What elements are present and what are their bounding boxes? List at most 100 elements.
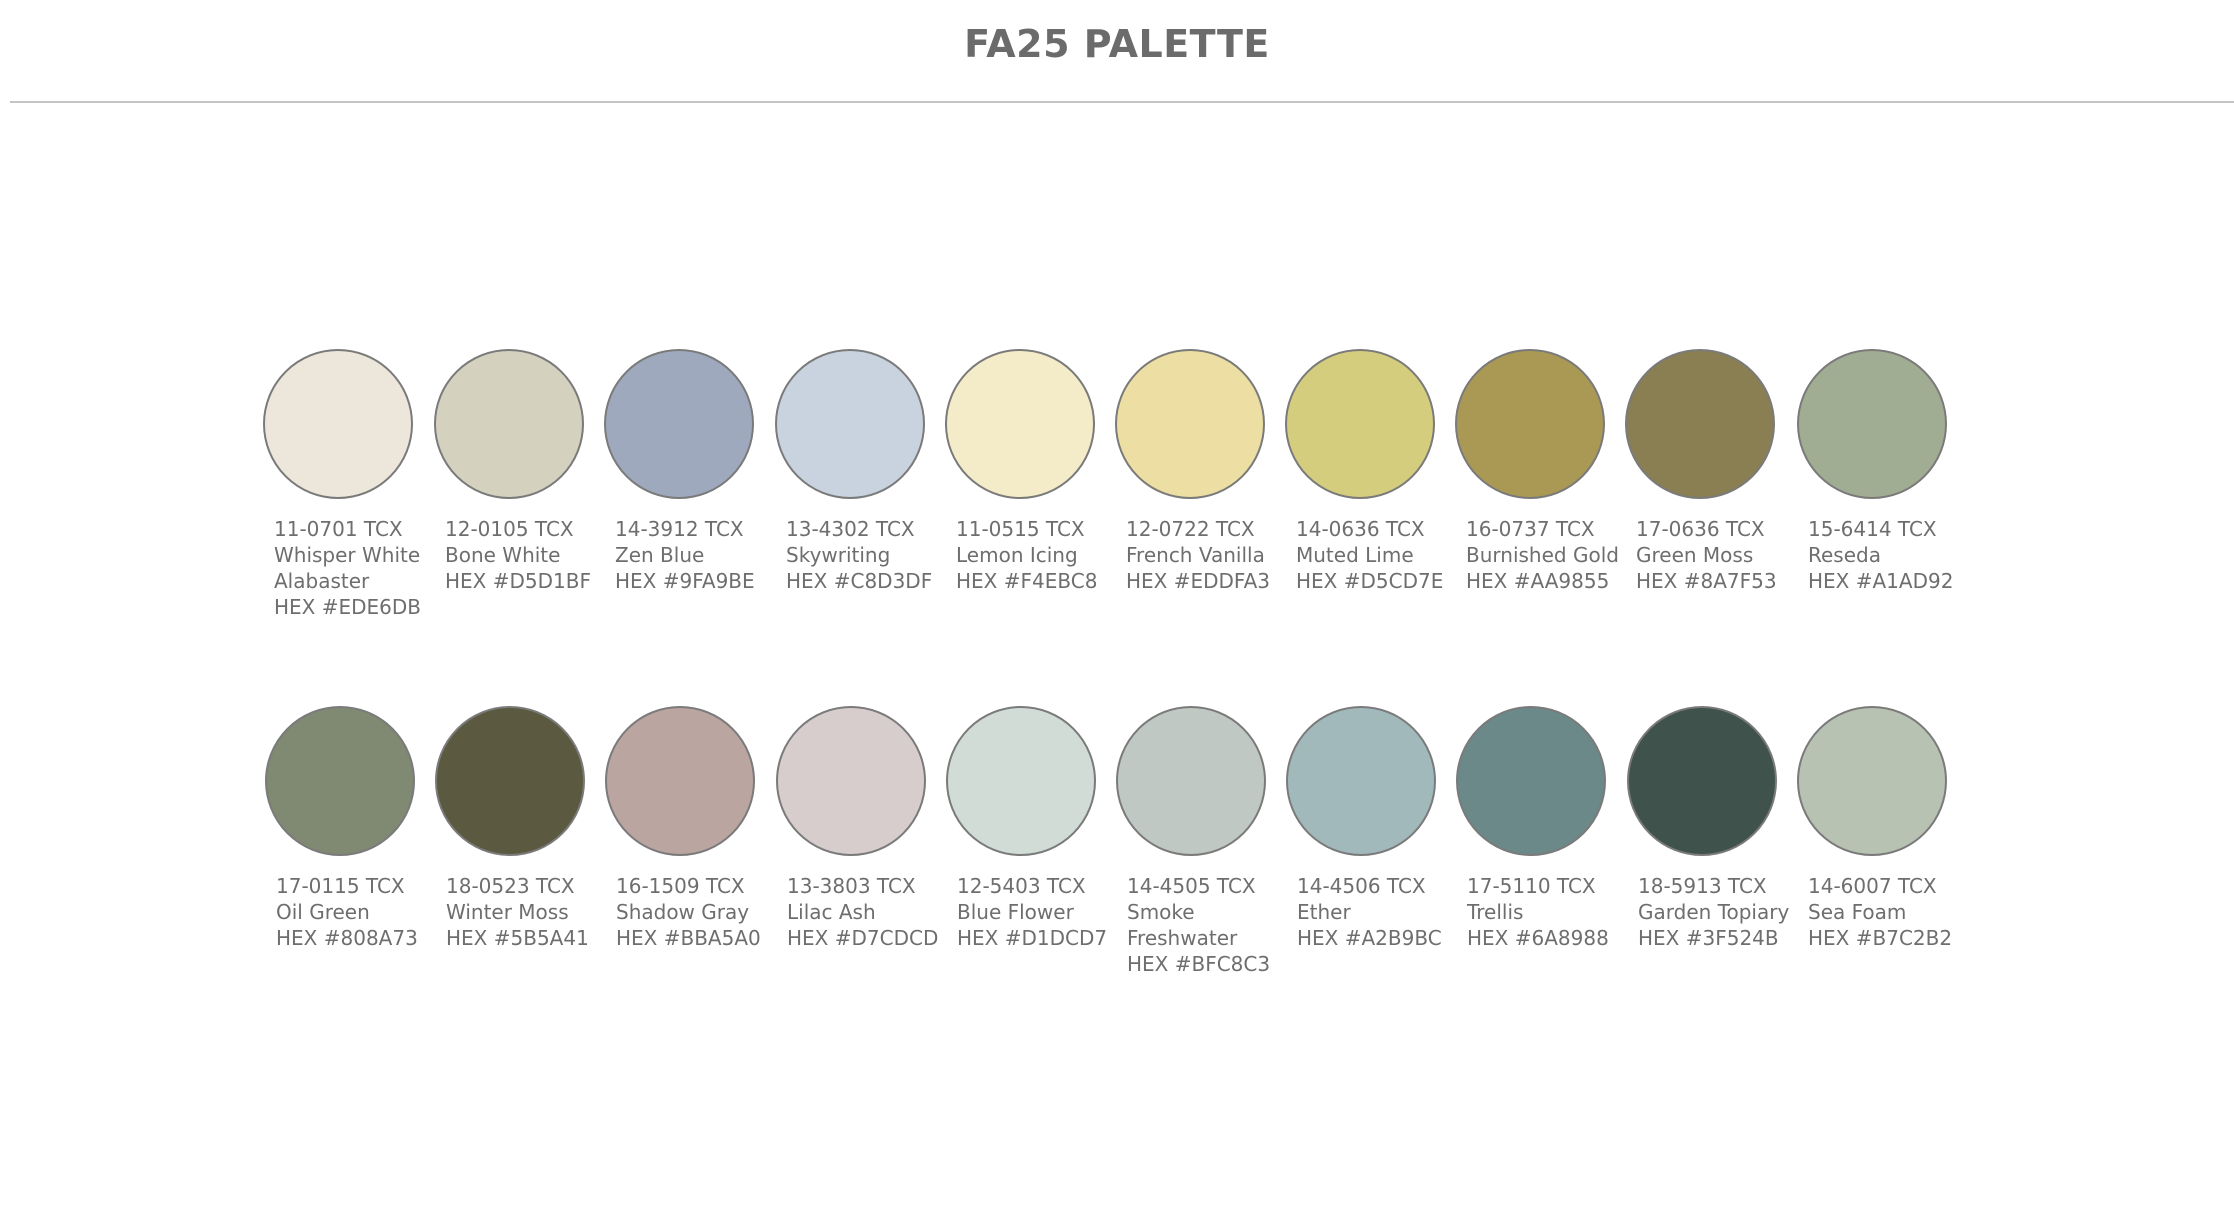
swatch-circle (1797, 349, 1947, 499)
swatch-labels: 15-6414 TCX Reseda HEX #A1AD92 (1808, 516, 1984, 594)
palette-grid: 11-0701 TCX Whisper White Alabaster HEX #ED… (0, 0, 2234, 1228)
swatch-code: 12-0105 TCX (445, 517, 574, 541)
swatch-labels: 14-4506 TCX Ether HEX #A2B9BC (1297, 873, 1473, 951)
swatch-code: 15-6414 TCX (1808, 517, 1937, 541)
swatch-code: 11-0515 TCX (956, 517, 1085, 541)
swatch-hex: HEX #6A8988 (1467, 926, 1609, 950)
swatch-hex: HEX #EDE6DB (274, 595, 422, 619)
swatch-labels: 13-3803 TCX Lilac Ash HEX #D7CDCD (787, 873, 963, 951)
swatch-labels: 14-6007 TCX Sea Foam HEX #B7C2B2 (1808, 873, 1984, 951)
swatch-labels: 14-4505 TCX Smoke Freshwater HEX #BFC8C3 (1127, 873, 1303, 977)
swatch-labels: 12-0722 TCX French Vanilla HEX #EDDFA3 (1126, 516, 1302, 594)
swatch-code: 17-0636 TCX (1636, 517, 1765, 541)
swatch-name: Burnished Gold (1466, 543, 1619, 567)
swatch-hex: HEX #3F524B (1638, 926, 1779, 950)
swatch-name: Bone White (445, 543, 561, 567)
swatch-hex: HEX #808A73 (276, 926, 418, 950)
swatch-circle (1285, 349, 1435, 499)
swatch-hex: HEX #D1DCD7 (957, 926, 1108, 950)
swatch-hex: HEX #A1AD92 (1808, 569, 1954, 593)
swatch-code: 14-0636 TCX (1296, 517, 1425, 541)
swatch-circle (776, 706, 926, 856)
swatch-circle (604, 349, 754, 499)
swatch-circle (1797, 706, 1947, 856)
swatch-labels: 13-4302 TCX Skywriting HEX #C8D3DF (786, 516, 962, 594)
swatch-labels: 18-5913 TCX Garden Topiary HEX #3F524B (1638, 873, 1814, 951)
swatch-name: Lemon Icing (956, 543, 1078, 567)
swatch-hex: HEX #A2B9BC (1297, 926, 1442, 950)
swatch-code: 18-0523 TCX (446, 874, 575, 898)
swatch-circle (435, 706, 585, 856)
swatch-name: Shadow Gray (616, 900, 750, 924)
swatch-circle (1627, 706, 1777, 856)
swatch-hex: HEX #BFC8C3 (1127, 952, 1271, 976)
swatch-circle (1115, 349, 1265, 499)
swatch-hex: HEX #D5CD7E (1296, 569, 1444, 593)
swatch-name: Trellis (1467, 900, 1524, 924)
swatch-code: 13-4302 TCX (786, 517, 915, 541)
swatch-labels: 14-3912 TCX Zen Blue HEX #9FA9BE (615, 516, 791, 594)
swatch-hex: HEX #BBA5A0 (616, 926, 761, 950)
swatch-labels: 18-0523 TCX Winter Moss HEX #5B5A41 (446, 873, 622, 951)
swatch-name: Skywriting (786, 543, 891, 567)
swatch-code: 11-0701 TCX (274, 517, 403, 541)
swatch-name: Winter Moss (446, 900, 569, 924)
swatch-circle (1455, 349, 1605, 499)
swatch-circle (945, 349, 1095, 499)
swatch-name: Sea Foam (1808, 900, 1907, 924)
swatch-name: Smoke (1127, 900, 1195, 924)
swatch-circle (1456, 706, 1606, 856)
swatch-code: 13-3803 TCX (787, 874, 916, 898)
swatch-name: Zen Blue (615, 543, 705, 567)
swatch-hex: HEX #F4EBC8 (956, 569, 1098, 593)
swatch-circle (1286, 706, 1436, 856)
swatch-name: Reseda (1808, 543, 1881, 567)
swatch-name: Muted Lime (1296, 543, 1414, 567)
swatch-labels: 14-0636 TCX Muted Lime HEX #D5CD7E (1296, 516, 1472, 594)
swatch-code: 16-0737 TCX (1466, 517, 1595, 541)
swatch-code: 17-5110 TCX (1467, 874, 1596, 898)
swatch-name: Ether (1297, 900, 1351, 924)
swatch-labels: 12-5403 TCX Blue Flower HEX #D1DCD7 (957, 873, 1133, 951)
swatch-circle (1625, 349, 1775, 499)
swatch-labels: 11-0701 TCX Whisper White Alabaster HEX #ED… (274, 516, 450, 620)
swatch-hex: HEX #9FA9BE (615, 569, 755, 593)
swatch-name: Green Moss (1636, 543, 1754, 567)
swatch-hex: HEX #D5D1BF (445, 569, 591, 593)
swatch-code: 12-5403 TCX (957, 874, 1086, 898)
swatch-circle (265, 706, 415, 856)
swatch-code: 18-5913 TCX (1638, 874, 1767, 898)
swatch-name: Garden Topiary (1638, 900, 1790, 924)
swatch-labels: 17-0636 TCX Green Moss HEX #8A7F53 (1636, 516, 1812, 594)
swatch-circle (775, 349, 925, 499)
swatch-hex: HEX #8A7F53 (1636, 569, 1777, 593)
swatch-hex: HEX #AA9855 (1466, 569, 1610, 593)
swatch-circle (605, 706, 755, 856)
swatch-code: 12-0722 TCX (1126, 517, 1255, 541)
swatch-code: 16-1509 TCX (616, 874, 745, 898)
swatch-hex: HEX #C8D3DF (786, 569, 933, 593)
swatch-code: 14-6007 TCX (1808, 874, 1937, 898)
swatch-labels: 12-0105 TCX Bone White HEX #D5D1BF (445, 516, 621, 594)
swatch-code: 14-4505 TCX (1127, 874, 1256, 898)
swatch-hex: HEX #5B5A41 (446, 926, 589, 950)
swatch-name: Blue Flower (957, 900, 1074, 924)
swatch-code: 14-4506 TCX (1297, 874, 1426, 898)
swatch-code: 14-3912 TCX (615, 517, 744, 541)
swatch-name: French Vanilla (1126, 543, 1265, 567)
swatch-name: Whisper White (274, 543, 421, 567)
swatch-labels: 16-0737 TCX Burnished Gold HEX #AA9855 (1466, 516, 1642, 594)
swatch-labels: 11-0515 TCX Lemon Icing HEX #F4EBC8 (956, 516, 1132, 594)
swatch-name: Freshwater (1127, 926, 1238, 950)
swatch-hex: HEX #B7C2B2 (1808, 926, 1953, 950)
swatch-labels: 17-0115 TCX Oil Green HEX #808A73 (276, 873, 452, 951)
swatch-labels: 17-5110 TCX Trellis HEX #6A8988 (1467, 873, 1643, 951)
swatch-name: Oil Green (276, 900, 370, 924)
swatch-circle (263, 349, 413, 499)
swatch-code: 17-0115 TCX (276, 874, 405, 898)
swatch-name: Lilac Ash (787, 900, 876, 924)
swatch-hex: HEX #EDDFA3 (1126, 569, 1271, 593)
swatch-circle (434, 349, 584, 499)
swatch-circle (1116, 706, 1266, 856)
swatch-labels: 16-1509 TCX Shadow Gray HEX #BBA5A0 (616, 873, 792, 951)
